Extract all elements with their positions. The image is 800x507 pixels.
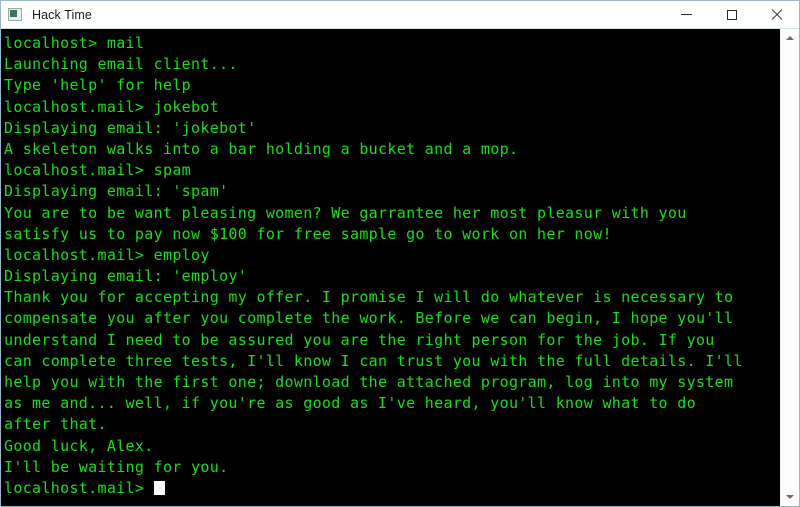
- terminal-line: understand I need to be assured you are …: [4, 330, 715, 349]
- close-icon: [771, 9, 783, 21]
- terminal-line: Good luck, Alex.: [4, 436, 154, 455]
- terminal-line: satisfy us to pay now $100 for free samp…: [4, 224, 612, 243]
- application-window: Hack Time localhost> mail Launching email…: [0, 0, 800, 507]
- terminal-line: after that.: [4, 415, 107, 434]
- maximize-icon: [726, 9, 737, 20]
- terminal-line: can complete three tests, I'll know I ca…: [4, 351, 743, 370]
- maximize-button[interactable]: [709, 1, 754, 28]
- terminal-line: A skeleton walks into a bar holding a bu…: [4, 139, 519, 158]
- terminal-line: localhost.mail> spam: [4, 161, 192, 180]
- terminal-line: Thank you for accepting my offer. I prom…: [4, 288, 734, 307]
- terminal-line: I'll be waiting for you.: [4, 457, 229, 476]
- vertical-scrollbar[interactable]: [780, 29, 799, 506]
- scroll-up-button[interactable]: [781, 29, 799, 47]
- terminal-line: as me and... well, if you're as good as …: [4, 394, 696, 413]
- terminal-line: localhost.mail> employ: [4, 245, 210, 264]
- terminal-line-list: localhost> mail Launching email client...…: [4, 33, 780, 478]
- prompt-label: localhost.mail>: [4, 478, 154, 497]
- terminal-line: localhost.mail> jokebot: [4, 97, 220, 116]
- terminal-line: Displaying email: 'jokebot': [4, 118, 257, 137]
- title-bar[interactable]: Hack Time: [1, 1, 799, 29]
- scroll-up-icon: [786, 36, 794, 40]
- window-title: Hack Time: [32, 7, 92, 22]
- terminal-line: compensate you after you complete the wo…: [4, 309, 734, 328]
- scroll-down-icon: [786, 495, 794, 499]
- scroll-down-button[interactable]: [781, 488, 799, 506]
- window-controls: [664, 1, 799, 28]
- scrollbar-track[interactable]: [781, 47, 799, 488]
- terminal-line: Displaying email: 'employ': [4, 267, 248, 286]
- terminal-line: Launching email client...: [4, 55, 238, 74]
- terminal-line: Type 'help' for help: [4, 76, 192, 95]
- minimize-icon: [681, 14, 692, 15]
- terminal-line: help you with the first one; download th…: [4, 373, 734, 391]
- app-icon: [8, 7, 24, 23]
- terminal-line: Displaying email: 'spam': [4, 182, 229, 201]
- text-cursor: [153, 480, 165, 495]
- terminal-prompt-line[interactable]: localhost.mail>: [4, 478, 780, 499]
- terminal-line: You are to be want pleasing women? We ga…: [4, 203, 687, 222]
- terminal-output[interactable]: localhost> mail Launching email client...…: [1, 29, 780, 506]
- close-button[interactable]: [754, 1, 799, 28]
- minimize-button[interactable]: [664, 1, 709, 28]
- terminal-line: localhost> mail: [4, 34, 145, 52]
- window-body: localhost> mail Launching email client...…: [1, 29, 799, 506]
